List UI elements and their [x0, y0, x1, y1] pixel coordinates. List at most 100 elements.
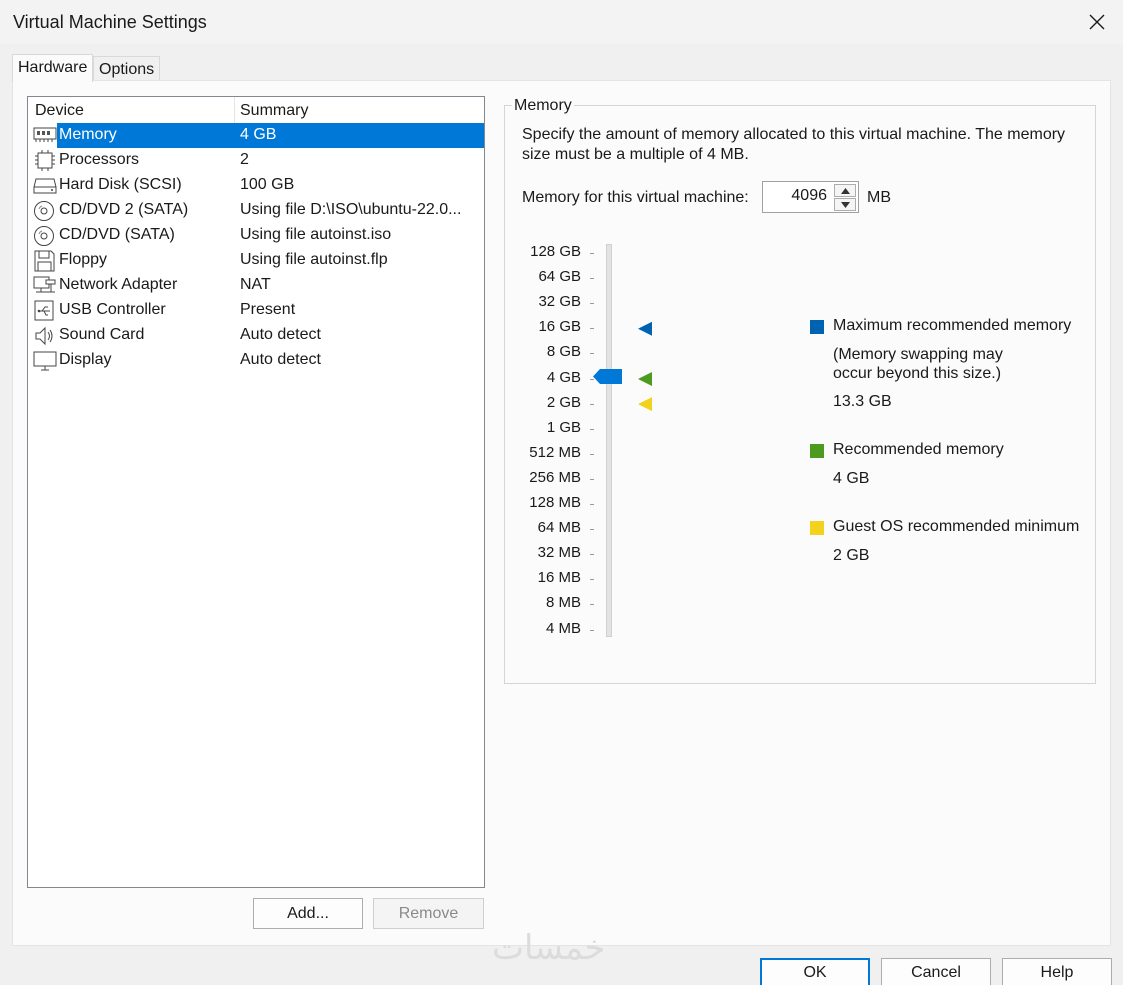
- scale-label: 128 MB: [529, 494, 581, 511]
- scale-label: 4 GB: [546, 368, 581, 386]
- device-row-cd-dvd-sata[interactable]: CD/DVD (SATA) Using file autoinst.iso: [28, 223, 484, 248]
- scale-label: 1 GB: [546, 418, 581, 436]
- marker-1: [638, 372, 652, 386]
- device-summary: Using file autoinst.flp: [240, 251, 388, 268]
- scale-tick: [590, 428, 594, 430]
- hard-disk-icon: [33, 175, 57, 197]
- arrow-up-icon: [840, 187, 850, 194]
- device-name: Sound Card: [59, 326, 145, 343]
- device-name: Network Adapter: [59, 276, 178, 293]
- remove-button[interactable]: Remove: [373, 898, 484, 929]
- floppy-icon: [33, 250, 57, 272]
- device-row-sound-card[interactable]: Sound Card Auto detect: [28, 323, 484, 348]
- device-name: Memory: [59, 126, 117, 143]
- close-button[interactable]: [1080, 6, 1114, 38]
- memory-unit: MB: [867, 189, 891, 206]
- device-summary: Using file autoinst.iso: [240, 226, 392, 243]
- device-row-processors[interactable]: Processors 2: [28, 148, 484, 173]
- memory-input-label: Memory for this virtual machine:: [522, 189, 749, 206]
- window-title: Virtual Machine Settings: [13, 12, 207, 32]
- memory-markers: [638, 321, 652, 412]
- scale-label: 4 MB: [545, 619, 581, 637]
- device-row-network-adapter[interactable]: Network Adapter NAT: [28, 273, 484, 298]
- device-summary: Auto detect: [240, 326, 321, 343]
- memory-value[interactable]: 4096: [791, 187, 827, 205]
- scale-label: 16 GB: [538, 318, 581, 336]
- slider-thumb[interactable]: [593, 368, 623, 385]
- marker-0: [638, 321, 652, 336]
- help-button[interactable]: Help: [1002, 958, 1112, 985]
- network-adapter-icon: [33, 275, 57, 297]
- legend-swatch: [810, 320, 824, 334]
- processor-icon: [33, 150, 57, 172]
- scale-tick: [590, 328, 594, 330]
- device-summary: Auto detect: [240, 351, 321, 368]
- scale-label: 512 MB: [529, 443, 581, 461]
- title-bar: Virtual Machine Settings: [0, 0, 1123, 44]
- device-row-floppy[interactable]: Floppy Using file autoinst.flp: [28, 248, 484, 273]
- legend-value: 4 GB: [833, 470, 870, 487]
- tab-hardware[interactable]: Hardware: [12, 54, 94, 82]
- column-header-summary[interactable]: Summary: [240, 102, 308, 120]
- legend-note: occur beyond this size.): [833, 365, 1002, 382]
- scale-label: 8 MB: [545, 594, 581, 612]
- list-header: Device Summary: [28, 97, 484, 123]
- scale-tick: [590, 403, 594, 405]
- scale-tick: [590, 253, 594, 254]
- cancel-button[interactable]: Cancel: [881, 958, 991, 985]
- scale-tick: [590, 629, 594, 631]
- scale-label: 8 GB: [546, 343, 581, 361]
- arrow-down-icon: [840, 201, 850, 208]
- spin-up-button[interactable]: [834, 184, 856, 197]
- device-name: CD/DVD 2 (SATA): [59, 201, 189, 218]
- scale-label: 64 GB: [538, 268, 581, 286]
- watermark: خمسات: [492, 928, 606, 968]
- memory-description: Specify the amount of memory allocated t…: [522, 126, 1066, 163]
- tab-options[interactable]: Options: [93, 56, 161, 81]
- device-row-cd-dvd-2-sata[interactable]: CD/DVD 2 (SATA) Using file D:\ISO\ubuntu-…: [28, 198, 484, 223]
- column-header-device[interactable]: Device: [35, 102, 84, 120]
- memory-group-title: Memory: [512, 97, 574, 115]
- close-icon: [1089, 14, 1105, 30]
- scale-tick: [590, 453, 594, 455]
- scale-tick: [590, 504, 594, 505]
- device-summary: Present: [240, 301, 296, 318]
- device-list[interactable]: Device Summary Memory 4 GB Processors 2 Hard…: [27, 96, 485, 888]
- device-row-memory[interactable]: Memory 4 GB: [28, 123, 484, 148]
- device-name: CD/DVD (SATA): [59, 226, 175, 243]
- legend-value: 13.3 GB: [833, 393, 892, 410]
- scale-label: 256 MB: [529, 468, 581, 486]
- device-summary: Using file D:\ISO\ubuntu-22.0...: [240, 201, 462, 218]
- device-row-hard-disk-scsi[interactable]: Hard Disk (SCSI) 100 GB: [28, 173, 484, 198]
- scale-tick: [590, 554, 594, 556]
- spin-down-button[interactable]: [834, 198, 856, 211]
- legend-swatch: [810, 521, 824, 535]
- marker-2: [638, 397, 652, 412]
- cd-dvd-icon: [33, 225, 57, 247]
- legend-note: (Memory swapping may: [833, 346, 1003, 363]
- speaker-icon: [33, 325, 57, 347]
- scale-tick: [590, 579, 594, 581]
- display-icon: [33, 350, 57, 372]
- device-row-display[interactable]: Display Auto detect: [28, 348, 484, 373]
- ok-button[interactable]: OK: [760, 958, 870, 985]
- device-row-usb-controller[interactable]: USB Controller Present: [28, 298, 484, 323]
- memory-slider-track[interactable]: [606, 244, 612, 637]
- legend-swatch: [810, 444, 824, 458]
- memory-input[interactable]: 4096: [762, 181, 859, 213]
- legend-label: Recommended memory: [833, 441, 1004, 458]
- device-name: Processors: [59, 151, 140, 168]
- device-name: USB Controller: [59, 301, 166, 318]
- legend-value: 2 GB: [833, 547, 870, 564]
- device-name: Display: [59, 351, 112, 368]
- scale-label: 32 GB: [538, 293, 581, 311]
- column-divider[interactable]: [234, 97, 235, 123]
- scale-label: 2 GB: [546, 393, 581, 411]
- add-button[interactable]: Add...: [253, 898, 363, 929]
- device-summary: 4 GB: [240, 126, 277, 143]
- cd-dvd-icon: [33, 200, 57, 222]
- device-name: Hard Disk (SCSI): [59, 176, 182, 193]
- scale-label: 128 GB: [530, 243, 581, 260]
- scale-tick: [590, 529, 594, 531]
- device-summary: NAT: [240, 276, 271, 293]
